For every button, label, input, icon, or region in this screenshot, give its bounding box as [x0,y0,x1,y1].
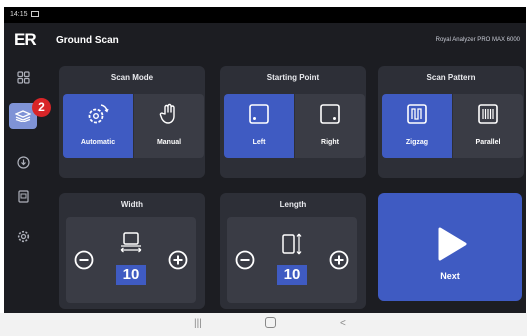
settings-icon [17,230,29,242]
left-corner-icon [249,104,269,124]
sidebar-item-storage[interactable] [9,183,37,209]
length-ruler-icon [282,233,302,255]
scan-mode-title: Scan Mode [110,73,154,82]
screenshot-icon [31,11,40,18]
length-increase-button[interactable] [329,250,349,270]
width-ruler-icon [120,232,142,253]
starting-point-title: Starting Point [266,73,320,82]
length-card: Length 10 [220,193,366,309]
status-time: 14:15 [10,11,28,18]
page-title: Ground Scan [56,35,119,46]
starting-point-right-label: Right [321,139,339,146]
width-stepper: 10 [66,217,196,303]
scan-mode-automatic-option[interactable]: Automatic [63,94,133,158]
status-bar: 14:15 [4,7,526,23]
scan-mode-automatic-label: Automatic [80,139,116,146]
app-bar: ER Ground Scan Royal Analyzer PRO MAX 60… [4,23,526,59]
scan-pattern-zigzag-label: Zigzag [405,139,429,146]
storage-icon [17,189,29,203]
sidebar-item-settings[interactable] [9,223,37,249]
sidebar-item-grid[interactable] [9,64,37,90]
length-decrease-button[interactable] [235,250,255,270]
parallel-icon [478,104,498,124]
device-name: Royal Analyzer PRO MAX 6000 [435,37,520,43]
scan-mode-card: Scan Mode Automatic Manual [59,66,205,178]
android-nav-bar: ||| < [0,313,527,336]
starting-point-card: Starting Point Left Right [220,66,366,178]
play-icon [438,227,467,261]
scan-pattern-parallel-label: Parallel [475,139,501,146]
home-icon[interactable] [265,317,276,328]
width-card: Width 10 [59,193,205,309]
scan-waves-icon [15,110,31,122]
grid-icon [16,70,30,84]
download-icon [16,155,30,169]
back-icon[interactable]: < [340,318,346,329]
scan-pattern-card: Scan Pattern Zigzag Parallel [378,66,524,178]
scan-pattern-title: Scan Pattern [426,73,476,82]
scan-mode-manual-option[interactable]: Manual [134,94,204,158]
right-corner-icon [320,104,340,124]
length-stepper: 10 [227,217,357,303]
recent-apps-icon[interactable]: ||| [194,318,202,329]
length-title: Length [279,200,307,209]
zigzag-icon [407,104,427,124]
length-value[interactable]: 10 [277,265,307,285]
starting-point-left-label: Left [252,139,266,146]
app-logo: ER [14,30,37,49]
scan-mode-manual-label: Manual [156,139,182,146]
width-decrease-button[interactable] [74,250,94,270]
next-label: Next [440,271,460,281]
width-increase-button[interactable] [168,250,188,270]
next-button[interactable]: Next [378,193,522,301]
scan-pattern-parallel-option[interactable]: Parallel [453,94,523,158]
width-title: Width [120,200,144,209]
starting-point-left-option[interactable]: Left [224,94,294,158]
scan-pattern-zigzag-option[interactable]: Zigzag [382,94,452,158]
sidebar-item-download[interactable] [9,149,37,175]
hand-icon [159,103,175,124]
step-badge: 2 [32,98,51,117]
app-screen: 14:15 ER Ground Scan Royal Analyzer PRO … [4,7,526,313]
width-value[interactable]: 10 [116,265,146,285]
starting-point-right-option[interactable]: Right [295,94,365,158]
auto-gear-icon [88,104,109,124]
